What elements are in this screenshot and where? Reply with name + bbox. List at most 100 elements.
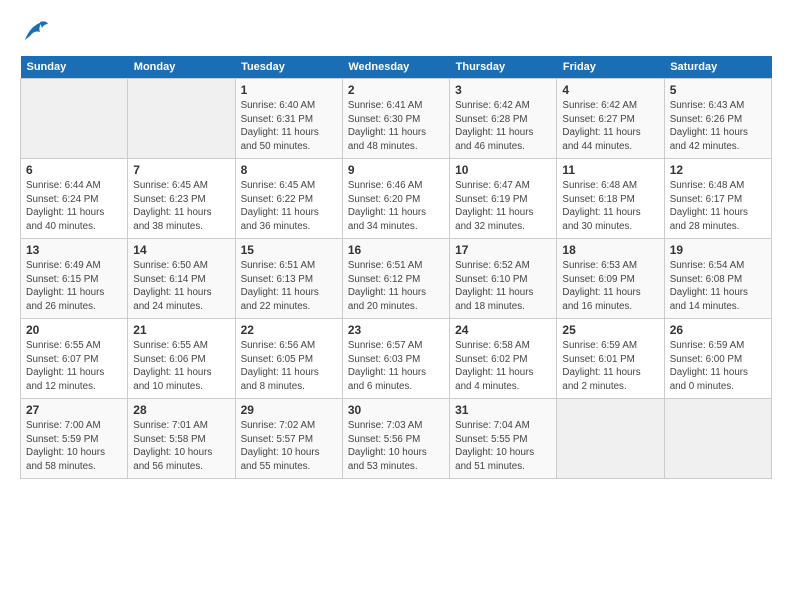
day-info: Sunrise: 6:48 AM Sunset: 6:18 PM Dayligh…: [562, 179, 658, 234]
day-number: 6: [26, 163, 122, 177]
calendar-cell: 6 Sunrise: 6:44 AM Sunset: 6:24 PM Daylig…: [21, 159, 128, 239]
logo-bird-icon: [20, 18, 50, 46]
calendar-cell: 31 Sunrise: 7:04 AM Sunset: 5:55 PM Dayli…: [450, 399, 557, 479]
day-number: 22: [241, 323, 337, 337]
day-info: Sunrise: 6:40 AM Sunset: 6:31 PM Dayligh…: [241, 99, 337, 154]
day-info: Sunrise: 6:51 AM Sunset: 6:12 PM Dayligh…: [348, 259, 444, 314]
day-number: 15: [241, 243, 337, 257]
day-number: 10: [455, 163, 551, 177]
day-info: Sunrise: 6:53 AM Sunset: 6:09 PM Dayligh…: [562, 259, 658, 314]
header-cell-monday: Monday: [128, 56, 235, 79]
day-number: 2: [348, 83, 444, 97]
calendar-cell: 9 Sunrise: 6:46 AM Sunset: 6:20 PM Daylig…: [342, 159, 449, 239]
day-info: Sunrise: 6:45 AM Sunset: 6:22 PM Dayligh…: [241, 179, 337, 234]
calendar-week-3: 13 Sunrise: 6:49 AM Sunset: 6:15 PM Dayli…: [21, 239, 772, 319]
header-row: SundayMondayTuesdayWednesdayThursdayFrid…: [21, 56, 772, 79]
day-number: 26: [670, 323, 766, 337]
calendar-cell: 28 Sunrise: 7:01 AM Sunset: 5:58 PM Dayli…: [128, 399, 235, 479]
day-number: 25: [562, 323, 658, 337]
calendar-cell: [557, 399, 664, 479]
day-number: 17: [455, 243, 551, 257]
calendar-cell: [21, 79, 128, 159]
calendar-cell: 19Sunrise: 6:54 AM Sunset: 6:08 PM Dayli…: [664, 239, 771, 319]
day-number: 24: [455, 323, 551, 337]
day-number: 13: [26, 243, 122, 257]
calendar-cell: 16 Sunrise: 6:51 AM Sunset: 6:12 PM Dayli…: [342, 239, 449, 319]
calendar-cell: 10Sunrise: 6:47 AM Sunset: 6:19 PM Dayli…: [450, 159, 557, 239]
calendar-cell: 8 Sunrise: 6:45 AM Sunset: 6:22 PM Daylig…: [235, 159, 342, 239]
day-info: Sunrise: 6:57 AM Sunset: 6:03 PM Dayligh…: [348, 339, 444, 394]
day-number: 8: [241, 163, 337, 177]
day-number: 5: [670, 83, 766, 97]
day-number: 28: [133, 403, 229, 417]
day-info: Sunrise: 6:48 AM Sunset: 6:17 PM Dayligh…: [670, 179, 766, 234]
day-number: 1: [241, 83, 337, 97]
calendar-cell: 23 Sunrise: 6:57 AM Sunset: 6:03 PM Dayli…: [342, 319, 449, 399]
header: [20, 18, 772, 46]
day-info: Sunrise: 6:58 AM Sunset: 6:02 PM Dayligh…: [455, 339, 551, 394]
day-info: Sunrise: 6:44 AM Sunset: 6:24 PM Dayligh…: [26, 179, 122, 234]
calendar-week-1: 1 Sunrise: 6:40 AM Sunset: 6:31 PM Daylig…: [21, 79, 772, 159]
day-number: 9: [348, 163, 444, 177]
logo: [20, 18, 54, 46]
calendar-week-4: 20 Sunrise: 6:55 AM Sunset: 6:07 PM Dayli…: [21, 319, 772, 399]
calendar-body: 1 Sunrise: 6:40 AM Sunset: 6:31 PM Daylig…: [21, 79, 772, 479]
day-info: Sunrise: 6:45 AM Sunset: 6:23 PM Dayligh…: [133, 179, 229, 234]
header-cell-wednesday: Wednesday: [342, 56, 449, 79]
day-info: Sunrise: 6:49 AM Sunset: 6:15 PM Dayligh…: [26, 259, 122, 314]
day-info: Sunrise: 6:52 AM Sunset: 6:10 PM Dayligh…: [455, 259, 551, 314]
header-cell-sunday: Sunday: [21, 56, 128, 79]
calendar-week-5: 27Sunrise: 7:00 AM Sunset: 5:59 PM Dayli…: [21, 399, 772, 479]
day-number: 16: [348, 243, 444, 257]
day-info: Sunrise: 6:56 AM Sunset: 6:05 PM Dayligh…: [241, 339, 337, 394]
day-info: Sunrise: 7:04 AM Sunset: 5:55 PM Dayligh…: [455, 419, 551, 474]
day-info: Sunrise: 6:43 AM Sunset: 6:26 PM Dayligh…: [670, 99, 766, 154]
day-info: Sunrise: 6:42 AM Sunset: 6:28 PM Dayligh…: [455, 99, 551, 154]
calendar-cell: 14Sunrise: 6:50 AM Sunset: 6:14 PM Dayli…: [128, 239, 235, 319]
day-info: Sunrise: 6:41 AM Sunset: 6:30 PM Dayligh…: [348, 99, 444, 154]
day-info: Sunrise: 6:55 AM Sunset: 6:06 PM Dayligh…: [133, 339, 229, 394]
day-info: Sunrise: 7:03 AM Sunset: 5:56 PM Dayligh…: [348, 419, 444, 474]
calendar-cell: [128, 79, 235, 159]
calendar-cell: 7Sunrise: 6:45 AM Sunset: 6:23 PM Daylig…: [128, 159, 235, 239]
calendar-cell: 3Sunrise: 6:42 AM Sunset: 6:28 PM Daylig…: [450, 79, 557, 159]
day-number: 14: [133, 243, 229, 257]
day-number: 11: [562, 163, 658, 177]
day-info: Sunrise: 6:55 AM Sunset: 6:07 PM Dayligh…: [26, 339, 122, 394]
calendar-cell: 30 Sunrise: 7:03 AM Sunset: 5:56 PM Dayli…: [342, 399, 449, 479]
calendar-cell: 15Sunrise: 6:51 AM Sunset: 6:13 PM Dayli…: [235, 239, 342, 319]
calendar-cell: 17 Sunrise: 6:52 AM Sunset: 6:10 PM Dayli…: [450, 239, 557, 319]
day-info: Sunrise: 6:46 AM Sunset: 6:20 PM Dayligh…: [348, 179, 444, 234]
day-info: Sunrise: 6:54 AM Sunset: 6:08 PM Dayligh…: [670, 259, 766, 314]
day-info: Sunrise: 7:01 AM Sunset: 5:58 PM Dayligh…: [133, 419, 229, 474]
day-info: Sunrise: 6:59 AM Sunset: 6:01 PM Dayligh…: [562, 339, 658, 394]
header-cell-friday: Friday: [557, 56, 664, 79]
calendar-cell: 20 Sunrise: 6:55 AM Sunset: 6:07 PM Dayli…: [21, 319, 128, 399]
calendar-cell: 25 Sunrise: 6:59 AM Sunset: 6:01 PM Dayli…: [557, 319, 664, 399]
calendar-week-2: 6 Sunrise: 6:44 AM Sunset: 6:24 PM Daylig…: [21, 159, 772, 239]
day-info: Sunrise: 7:00 AM Sunset: 5:59 PM Dayligh…: [26, 419, 122, 474]
calendar-cell: 1 Sunrise: 6:40 AM Sunset: 6:31 PM Daylig…: [235, 79, 342, 159]
day-number: 12: [670, 163, 766, 177]
day-number: 31: [455, 403, 551, 417]
day-info: Sunrise: 6:42 AM Sunset: 6:27 PM Dayligh…: [562, 99, 658, 154]
header-cell-saturday: Saturday: [664, 56, 771, 79]
calendar-table: SundayMondayTuesdayWednesdayThursdayFrid…: [20, 56, 772, 479]
page: SundayMondayTuesdayWednesdayThursdayFrid…: [0, 0, 792, 489]
calendar-cell: 21Sunrise: 6:55 AM Sunset: 6:06 PM Dayli…: [128, 319, 235, 399]
day-number: 29: [241, 403, 337, 417]
day-number: 23: [348, 323, 444, 337]
calendar-cell: 2 Sunrise: 6:41 AM Sunset: 6:30 PM Daylig…: [342, 79, 449, 159]
day-number: 4: [562, 83, 658, 97]
calendar-cell: 18Sunrise: 6:53 AM Sunset: 6:09 PM Dayli…: [557, 239, 664, 319]
day-number: 30: [348, 403, 444, 417]
calendar-cell: 11 Sunrise: 6:48 AM Sunset: 6:18 PM Dayli…: [557, 159, 664, 239]
calendar-cell: 22 Sunrise: 6:56 AM Sunset: 6:05 PM Dayli…: [235, 319, 342, 399]
header-cell-thursday: Thursday: [450, 56, 557, 79]
calendar-cell: 13 Sunrise: 6:49 AM Sunset: 6:15 PM Dayli…: [21, 239, 128, 319]
calendar-cell: 27Sunrise: 7:00 AM Sunset: 5:59 PM Dayli…: [21, 399, 128, 479]
calendar-cell: 4 Sunrise: 6:42 AM Sunset: 6:27 PM Daylig…: [557, 79, 664, 159]
calendar-cell: [664, 399, 771, 479]
day-number: 20: [26, 323, 122, 337]
header-cell-tuesday: Tuesday: [235, 56, 342, 79]
